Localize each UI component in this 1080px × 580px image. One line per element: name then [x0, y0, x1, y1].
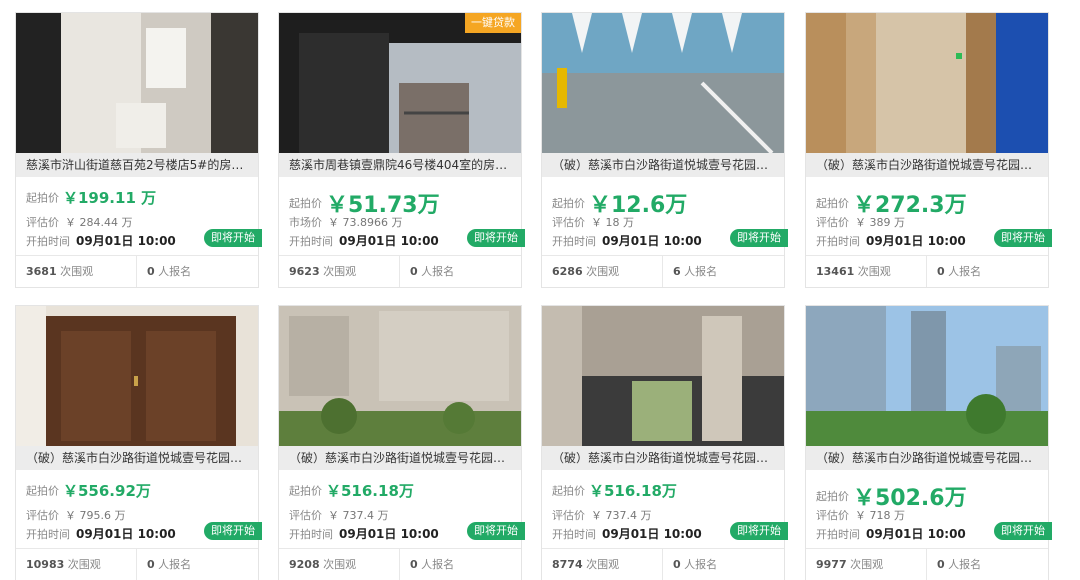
listing-card[interactable]: 一键贷款 慈溪市周巷镇壹鼎院46号楼404室的房… 起拍价 ￥51.73万 市场价… — [278, 12, 525, 288]
listing-card[interactable]: （破）慈溪市白沙路街道悦城壹号花园… 起拍价 ￥272.3万 评估价 ￥ 389 万… — [805, 12, 1052, 288]
view-count: 9208 次围观 — [279, 549, 400, 580]
estimate-value: ￥ 18 万 — [591, 216, 634, 229]
status-button[interactable]: 即将开始 — [730, 229, 788, 247]
estimate-label: 评估价 — [552, 509, 585, 522]
start-price: ￥516.18万 — [589, 482, 677, 500]
signup-count: 0 人报名 — [937, 265, 982, 278]
start-price-label: 起拍价 — [816, 490, 849, 503]
estimate-label: 评估价 — [289, 509, 322, 522]
status-button[interactable]: 即将开始 — [204, 522, 262, 540]
start-price-label: 起拍价 — [289, 484, 322, 498]
auction-time: 09月01日 10:00 — [866, 527, 966, 541]
start-price-label: 起拍价 — [552, 484, 585, 498]
listing-title[interactable]: 慈溪市周巷镇壹鼎院46号楼404室的房… — [279, 153, 521, 177]
start-price: ￥516.18万 — [326, 482, 414, 500]
auction-time: 09月01日 10:00 — [76, 234, 176, 248]
listing-title[interactable]: （破）慈溪市白沙路街道悦城壹号花园… — [806, 446, 1048, 470]
start-price-label: 起拍价 — [552, 197, 585, 210]
signup-count: 0 人报名 — [410, 265, 455, 278]
listing-title[interactable]: （破）慈溪市白沙路街道悦城壹号花园… — [542, 446, 784, 470]
auction-time: 09月01日 10:00 — [339, 234, 439, 248]
start-price-label: 起拍价 — [26, 191, 59, 205]
estimate-value: ￥ 795.6 万 — [65, 509, 126, 522]
status-button[interactable]: 即将开始 — [467, 522, 525, 540]
status-button[interactable]: 即将开始 — [204, 229, 262, 247]
signup-count: 0 人报名 — [673, 558, 718, 571]
property-photo[interactable] — [806, 13, 1048, 153]
view-count: 10983 次围观 — [16, 549, 137, 580]
estimate-value: ￥ 737.4 万 — [591, 509, 652, 522]
start-price: ￥556.92万 — [63, 482, 151, 500]
estimate-label: 评估价 — [816, 509, 849, 522]
start-price-label: 起拍价 — [26, 484, 59, 498]
listing-title[interactable]: （破）慈溪市白沙路街道悦城壹号花园… — [542, 153, 784, 177]
property-photo[interactable] — [806, 306, 1048, 446]
estimate-value: ￥ 73.8966 万 — [328, 216, 403, 229]
auction-time-label: 开拍时间 — [289, 528, 333, 541]
listing-card[interactable]: （破）慈溪市白沙路街道悦城壹号花园… 起拍价 ￥556.92万 评估价 ￥ 795.… — [15, 305, 262, 580]
property-photo[interactable] — [279, 13, 521, 153]
listing-card[interactable]: （破）慈溪市白沙路街道悦城壹号花园… 起拍价 ￥502.6万 评估价 ￥ 718 万… — [805, 305, 1052, 580]
auction-time: 09月01日 10:00 — [339, 527, 439, 541]
estimate-value: ￥ 284.44 万 — [65, 216, 133, 229]
auction-time-label: 开拍时间 — [552, 235, 596, 248]
listing-title[interactable]: （破）慈溪市白沙路街道悦城壹号花园… — [16, 446, 258, 470]
view-count: 6286 次围观 — [542, 256, 663, 287]
auction-time: 09月01日 10:00 — [76, 527, 176, 541]
signup-count: 0 人报名 — [147, 265, 192, 278]
estimate-label: 评估价 — [816, 216, 849, 229]
listing-title[interactable]: （破）慈溪市白沙路街道悦城壹号花园… — [806, 153, 1048, 177]
listing-card[interactable]: （破）慈溪市白沙路街道悦城壹号花园… 起拍价 ￥516.18万 评估价 ￥ 737.… — [278, 305, 525, 580]
view-count: 9977 次围观 — [806, 549, 927, 580]
listing-card[interactable]: （破）慈溪市白沙路街道悦城壹号花园… 起拍价 ￥516.18万 评估价 ￥ 737.… — [541, 305, 788, 580]
status-button[interactable]: 即将开始 — [730, 522, 788, 540]
status-button[interactable]: 即将开始 — [467, 229, 525, 247]
loan-badge: 一键贷款 — [465, 13, 521, 33]
start-price-label: 起拍价 — [816, 197, 849, 210]
signup-count: 0 人报名 — [410, 558, 455, 571]
listing-card[interactable]: 慈溪市浒山街道慈百苑2号楼店5#的房… 起拍价 ￥199.11 万 评估价 ￥ 28… — [15, 12, 262, 288]
status-button[interactable]: 即将开始 — [994, 522, 1052, 540]
estimate-label: 评估价 — [26, 216, 59, 229]
auction-time-label: 开拍时间 — [289, 235, 333, 248]
estimate-value: ￥ 389 万 — [855, 216, 905, 229]
listing-title[interactable]: （破）慈溪市白沙路街道悦城壹号花园… — [279, 446, 521, 470]
estimate-label: 评估价 — [552, 216, 585, 229]
auction-time: 09月01日 10:00 — [602, 527, 702, 541]
auction-time: 09月01日 10:00 — [866, 234, 966, 248]
listing-card[interactable]: （破）慈溪市白沙路街道悦城壹号花园… 起拍价 ￥12.6万 评估价 ￥ 18 万 开… — [541, 12, 788, 288]
property-photo[interactable] — [542, 13, 784, 153]
property-photo[interactable] — [279, 306, 521, 446]
auction-time: 09月01日 10:00 — [602, 234, 702, 248]
signup-count: 0 人报名 — [147, 558, 192, 571]
estimate-label: 市场价 — [289, 216, 322, 229]
auction-time-label: 开拍时间 — [26, 235, 70, 248]
view-count: 9623 次围观 — [279, 256, 400, 287]
view-count: 3681 次围观 — [16, 256, 137, 287]
property-photo[interactable] — [16, 306, 258, 446]
estimate-label: 评估价 — [26, 509, 59, 522]
estimate-value: ￥ 737.4 万 — [328, 509, 389, 522]
signup-count: 6 人报名 — [673, 265, 718, 278]
auction-time-label: 开拍时间 — [552, 528, 596, 541]
view-count: 8774 次围观 — [542, 549, 663, 580]
auction-time-label: 开拍时间 — [26, 528, 70, 541]
property-photo[interactable] — [542, 306, 784, 446]
listing-title[interactable]: 慈溪市浒山街道慈百苑2号楼店5#的房… — [16, 153, 258, 177]
start-price: ￥199.11 万 — [63, 189, 157, 207]
auction-time-label: 开拍时间 — [816, 528, 860, 541]
status-button[interactable]: 即将开始 — [994, 229, 1052, 247]
property-photo[interactable] — [16, 13, 258, 153]
signup-count: 0 人报名 — [937, 558, 982, 571]
estimate-value: ￥ 718 万 — [855, 509, 905, 522]
start-price-label: 起拍价 — [289, 197, 322, 210]
auction-time-label: 开拍时间 — [816, 235, 860, 248]
view-count: 13461 次围观 — [806, 256, 927, 287]
